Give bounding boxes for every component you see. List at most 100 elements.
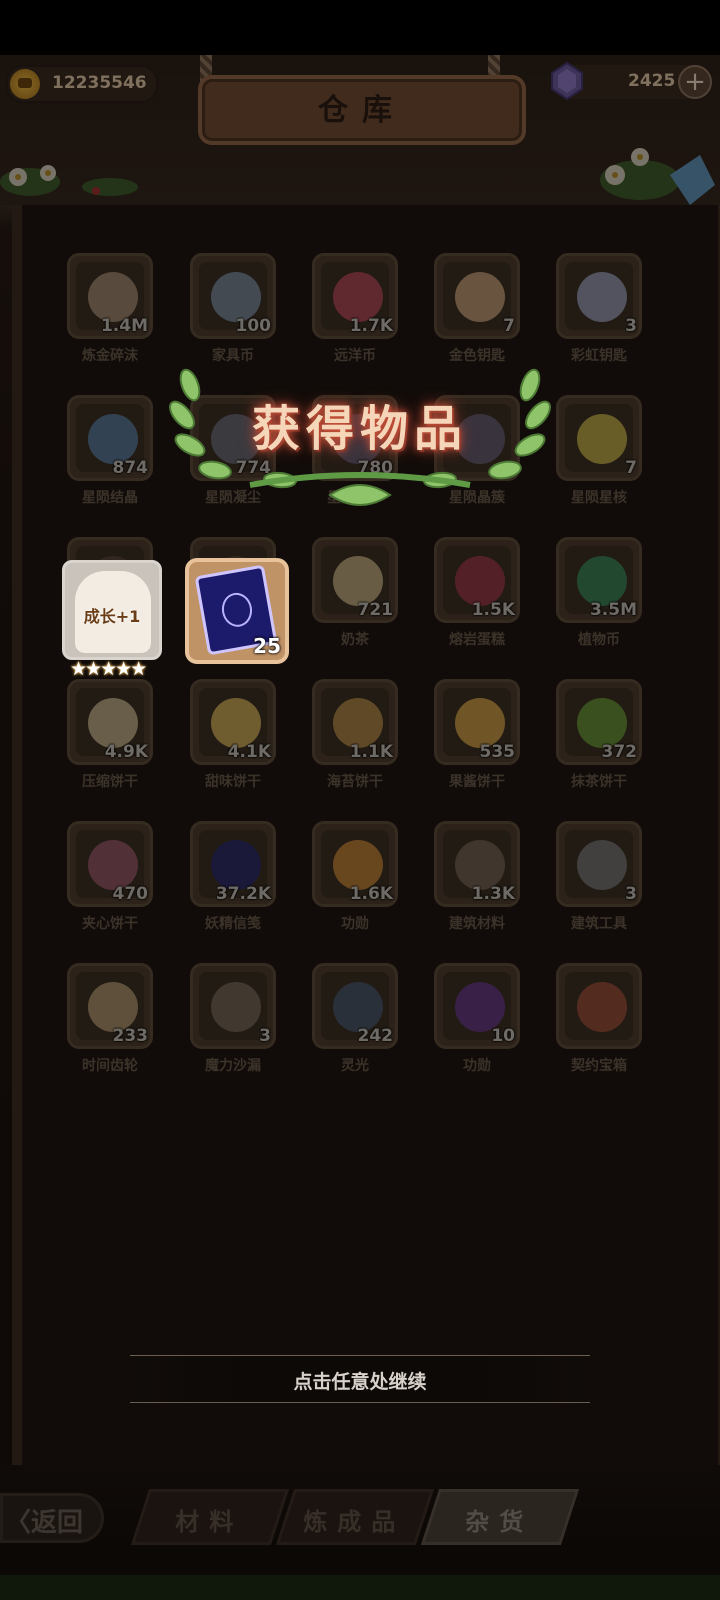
- tab-materials[interactable]: 材料: [130, 1489, 290, 1545]
- item-name: 建筑材料: [449, 916, 505, 932]
- sandwich-biscuit-icon: [88, 840, 138, 890]
- inventory-item[interactable]: 37.2K 妖精信笺: [190, 821, 276, 941]
- item-count: 4.9K: [104, 742, 148, 762]
- reward-count: 25: [253, 634, 281, 658]
- merit-medal-icon: [333, 840, 383, 890]
- inventory-item[interactable]: 3 彩虹钥匙: [556, 253, 642, 373]
- inventory-item[interactable]: 242 灵光: [312, 963, 398, 1083]
- reward-item-growth[interactable]: 成长+1: [62, 560, 162, 660]
- rainbow-key-icon: [577, 272, 627, 322]
- item-count: 3: [625, 316, 637, 336]
- inventory-item[interactable]: 535 果酱饼干: [434, 679, 520, 799]
- item-slot: 1.3K: [434, 821, 520, 907]
- item-slot: 721: [312, 537, 398, 623]
- item-count: 3: [259, 1026, 271, 1046]
- item-name: 星陨结晶: [82, 490, 138, 506]
- slot-background: [199, 972, 267, 1040]
- inventory-item[interactable]: 10 功勋: [434, 963, 520, 1083]
- item-slot: 1.1K: [312, 679, 398, 765]
- item-name: 星陨星核: [571, 490, 627, 506]
- item-count: 1.5K: [471, 600, 515, 620]
- growth-label: 成长+1: [83, 607, 141, 626]
- coin-value: 12235546: [52, 73, 147, 93]
- star-rating: ★★★★★: [70, 658, 147, 680]
- inventory-item[interactable]: 874 星陨结晶: [67, 395, 153, 515]
- item-slot: 874: [67, 395, 153, 481]
- item-slot: 3.5M: [556, 537, 642, 623]
- item-name: 压缩饼干: [82, 774, 138, 790]
- item-count: 4.1K: [227, 742, 271, 762]
- item-count: 242: [357, 1026, 394, 1046]
- continue-prompt[interactable]: 点击任意处继续: [130, 1355, 590, 1403]
- item-slot: 7: [434, 253, 520, 339]
- reward-item-fairy-letter[interactable]: 25: [185, 558, 289, 664]
- inventory-item[interactable]: 1.5K 熔岩蛋糕: [434, 537, 520, 657]
- slot-background: [565, 830, 633, 898]
- item-slot: 233: [67, 963, 153, 1049]
- item-slot: 100: [190, 253, 276, 339]
- fairy-letter-icon: [211, 840, 261, 890]
- item-count: 100: [235, 316, 272, 336]
- item-count: 1.6K: [349, 884, 393, 904]
- inventory-item[interactable]: 372 抹茶饼干: [556, 679, 642, 799]
- inventory-item[interactable]: 1.4M 炼金碎沫: [67, 253, 153, 373]
- item-count: 721: [357, 600, 394, 620]
- item-name: 功勋: [341, 916, 369, 932]
- item-slot: 1.4M: [67, 253, 153, 339]
- flower-decoration: [0, 165, 138, 196]
- slot-background: [443, 262, 511, 330]
- coin-counter: 12235546: [6, 65, 158, 103]
- item-name: 海苔饼干: [327, 774, 383, 790]
- contract-chest-icon: [577, 982, 627, 1032]
- bottom-bar: 〈返回 材料 炼成品 杂货: [0, 1465, 720, 1600]
- title-plate: 仓库: [198, 75, 526, 145]
- item-slot: 242: [312, 963, 398, 1049]
- item-name: 甜味饼干: [205, 774, 261, 790]
- inventory-item[interactable]: 4.1K 甜味饼干: [190, 679, 276, 799]
- reward-title: 获得物品: [251, 401, 468, 457]
- item-slot: 3: [556, 821, 642, 907]
- inventory-item[interactable]: 3 建筑工具: [556, 821, 642, 941]
- page-title: 仓库: [318, 93, 406, 128]
- inventory-item[interactable]: 4.9K 压缩饼干: [67, 679, 153, 799]
- plant-coin-icon: [577, 556, 627, 606]
- inventory-item[interactable]: 1.1K 海苔饼干: [312, 679, 398, 799]
- sweet-biscuit-icon: [211, 698, 261, 748]
- inventory-item[interactable]: 233 时间齿轮: [67, 963, 153, 1083]
- purple-medal-icon: [455, 982, 505, 1032]
- inventory-item[interactable]: 721 奶茶: [312, 537, 398, 657]
- tab-misc[interactable]: 杂货: [420, 1489, 580, 1545]
- inventory-item[interactable]: 1.3K 建筑材料: [434, 821, 520, 941]
- item-count: 10: [491, 1026, 515, 1046]
- header: 12235546 仓库 2425 +: [0, 55, 720, 205]
- tab-label: 炼成品: [303, 1508, 406, 1536]
- item-count: 7: [625, 458, 637, 478]
- seaweed-biscuit-icon: [333, 698, 383, 748]
- game-screen[interactable]: 12235546 仓库 2425 + 1.4M 炼金碎沫 100 家具币 1.7…: [0, 55, 720, 1600]
- milk-tea-icon: [333, 556, 383, 606]
- item-name: 时间齿轮: [82, 1058, 138, 1074]
- slot-background: [565, 404, 633, 472]
- star-core-icon: [577, 414, 627, 464]
- coin-icon: [10, 69, 40, 99]
- item-slot: 4.9K: [67, 679, 153, 765]
- inventory-item[interactable]: 1.6K 功勋: [312, 821, 398, 941]
- item-count: 1.3K: [471, 884, 515, 904]
- add-gems-button[interactable]: +: [678, 65, 712, 99]
- item-count: 470: [112, 884, 149, 904]
- item-slot: 3: [556, 253, 642, 339]
- matcha-biscuit-icon: [577, 698, 627, 748]
- inventory-item[interactable]: 契约宝箱: [556, 963, 642, 1083]
- golden-key-icon: [455, 272, 505, 322]
- item-slot: 3: [190, 963, 276, 1049]
- back-button[interactable]: 〈返回: [0, 1493, 104, 1543]
- inventory-item[interactable]: 3.5M 植物币: [556, 537, 642, 657]
- inventory-item[interactable]: 3 魔力沙漏: [190, 963, 276, 1083]
- inventory-item[interactable]: 470 夹心饼干: [67, 821, 153, 941]
- inventory-item[interactable]: 7 星陨星核: [556, 395, 642, 515]
- item-slot: 37.2K: [190, 821, 276, 907]
- item-count: 1.1K: [349, 742, 393, 762]
- tab-alchemy-products[interactable]: 炼成品: [275, 1489, 435, 1545]
- grass-decoration: [0, 1575, 720, 1600]
- magic-hourglass-icon: [211, 982, 261, 1032]
